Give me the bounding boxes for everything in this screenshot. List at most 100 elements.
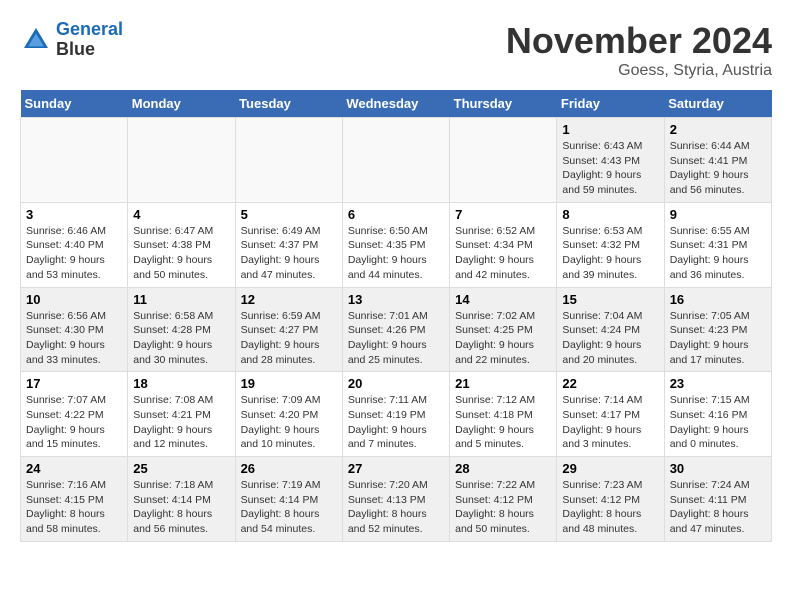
day-info: Sunrise: 7:20 AM Sunset: 4:13 PM Dayligh… — [348, 478, 444, 537]
calendar-cell: 4 Sunrise: 6:47 AM Sunset: 4:38 PM Daylig… — [128, 202, 235, 287]
calendar-cell: 28Sunrise: 7:22 AM Sunset: 4:12 PM Dayli… — [450, 457, 557, 542]
day-number: 22 — [562, 376, 658, 391]
calendar-cell: 23 Sunrise: 7:15 AM Sunset: 4:16 PM Dayli… — [664, 372, 771, 457]
day-number: 29 — [562, 461, 658, 476]
day-info: Sunrise: 6:50 AM Sunset: 4:35 PM Dayligh… — [348, 224, 444, 283]
day-info: Sunrise: 6:52 AM Sunset: 4:34 PM Dayligh… — [455, 224, 551, 283]
calendar-cell — [450, 118, 557, 203]
day-info: Sunrise: 7:14 AM Sunset: 4:17 PM Dayligh… — [562, 393, 658, 452]
day-info: Sunrise: 7:02 AM Sunset: 4:25 PM Dayligh… — [455, 309, 551, 368]
calendar-cell: 30Sunrise: 7:24 AM Sunset: 4:11 PM Dayli… — [664, 457, 771, 542]
day-info: Sunrise: 6:55 AM Sunset: 4:31 PM Dayligh… — [670, 224, 766, 283]
day-number: 18 — [133, 376, 229, 391]
day-number: 20 — [348, 376, 444, 391]
day-number: 23 — [670, 376, 766, 391]
calendar-cell: 27Sunrise: 7:20 AM Sunset: 4:13 PM Dayli… — [342, 457, 449, 542]
day-info: Sunrise: 7:09 AM Sunset: 4:20 PM Dayligh… — [241, 393, 337, 452]
day-info: Sunrise: 7:12 AM Sunset: 4:18 PM Dayligh… — [455, 393, 551, 452]
calendar-cell: 7Sunrise: 6:52 AM Sunset: 4:34 PM Daylig… — [450, 202, 557, 287]
day-number: 6 — [348, 207, 444, 222]
calendar-week-row: 24 Sunrise: 7:16 AM Sunset: 4:15 PM Dayli… — [21, 457, 772, 542]
calendar-cell: 26 Sunrise: 7:19 AM Sunset: 4:14 PM Dayli… — [235, 457, 342, 542]
day-number: 5 — [241, 207, 337, 222]
calendar-cell: 12 Sunrise: 6:59 AM Sunset: 4:27 PM Dayli… — [235, 287, 342, 372]
calendar-cell: 17 Sunrise: 7:07 AM Sunset: 4:22 PM Dayli… — [21, 372, 128, 457]
day-of-week-header: Tuesday — [235, 90, 342, 118]
day-of-week-header: Wednesday — [342, 90, 449, 118]
day-number: 24 — [26, 461, 122, 476]
day-number: 14 — [455, 292, 551, 307]
day-number: 8 — [562, 207, 658, 222]
calendar-cell: 22 Sunrise: 7:14 AM Sunset: 4:17 PM Dayli… — [557, 372, 664, 457]
day-number: 19 — [241, 376, 337, 391]
calendar-week-row: 10 Sunrise: 6:56 AM Sunset: 4:30 PM Dayli… — [21, 287, 772, 372]
day-number: 26 — [241, 461, 337, 476]
day-number: 3 — [26, 207, 122, 222]
day-number: 9 — [670, 207, 766, 222]
calendar-cell: 24 Sunrise: 7:16 AM Sunset: 4:15 PM Dayli… — [21, 457, 128, 542]
day-info: Sunrise: 6:49 AM Sunset: 4:37 PM Dayligh… — [241, 224, 337, 283]
day-number: 10 — [26, 292, 122, 307]
day-info: Sunrise: 6:43 AM Sunset: 4:43 PM Dayligh… — [562, 139, 658, 198]
day-info: Sunrise: 6:46 AM Sunset: 4:40 PM Dayligh… — [26, 224, 122, 283]
day-of-week-header: Friday — [557, 90, 664, 118]
day-info: Sunrise: 6:58 AM Sunset: 4:28 PM Dayligh… — [133, 309, 229, 368]
logo-text: General Blue — [56, 20, 123, 60]
calendar-table: SundayMondayTuesdayWednesdayThursdayFrid… — [20, 90, 772, 542]
calendar-cell: 9 Sunrise: 6:55 AM Sunset: 4:31 PM Daylig… — [664, 202, 771, 287]
day-number: 21 — [455, 376, 551, 391]
calendar-cell: 8 Sunrise: 6:53 AM Sunset: 4:32 PM Daylig… — [557, 202, 664, 287]
calendar-cell: 20 Sunrise: 7:11 AM Sunset: 4:19 PM Dayli… — [342, 372, 449, 457]
day-number: 13 — [348, 292, 444, 307]
day-number: 4 — [133, 207, 229, 222]
day-number: 2 — [670, 122, 766, 137]
calendar-cell — [235, 118, 342, 203]
day-number: 17 — [26, 376, 122, 391]
day-of-week-header: Monday — [128, 90, 235, 118]
day-number: 30 — [670, 461, 766, 476]
day-of-week-header: Saturday — [664, 90, 771, 118]
calendar-cell — [21, 118, 128, 203]
calendar-cell: 16 Sunrise: 7:05 AM Sunset: 4:23 PM Dayli… — [664, 287, 771, 372]
calendar-cell: 5 Sunrise: 6:49 AM Sunset: 4:37 PM Daylig… — [235, 202, 342, 287]
day-number: 12 — [241, 292, 337, 307]
calendar-cell: 14 Sunrise: 7:02 AM Sunset: 4:25 PM Dayli… — [450, 287, 557, 372]
calendar-cell: 2 Sunrise: 6:44 AM Sunset: 4:41 PM Daylig… — [664, 118, 771, 203]
day-number: 28 — [455, 461, 551, 476]
calendar-week-row: 3 Sunrise: 6:46 AM Sunset: 4:40 PM Daylig… — [21, 202, 772, 287]
day-number: 25 — [133, 461, 229, 476]
day-info: Sunrise: 7:08 AM Sunset: 4:21 PM Dayligh… — [133, 393, 229, 452]
calendar-cell — [128, 118, 235, 203]
day-info: Sunrise: 6:56 AM Sunset: 4:30 PM Dayligh… — [26, 309, 122, 368]
day-info: Sunrise: 7:07 AM Sunset: 4:22 PM Dayligh… — [26, 393, 122, 452]
day-info: Sunrise: 7:04 AM Sunset: 4:24 PM Dayligh… — [562, 309, 658, 368]
logo: General Blue — [20, 20, 123, 60]
calendar-header: SundayMondayTuesdayWednesdayThursdayFrid… — [21, 90, 772, 118]
day-number: 1 — [562, 122, 658, 137]
calendar-cell: 10 Sunrise: 6:56 AM Sunset: 4:30 PM Dayli… — [21, 287, 128, 372]
calendar-cell: 29 Sunrise: 7:23 AM Sunset: 4:12 PM Dayli… — [557, 457, 664, 542]
day-of-week-header: Sunday — [21, 90, 128, 118]
title-section: November 2024 Goess, Styria, Austria — [506, 20, 772, 80]
day-info: Sunrise: 7:18 AM Sunset: 4:14 PM Dayligh… — [133, 478, 229, 537]
page-header: General Blue November 2024 Goess, Styria… — [20, 20, 772, 80]
day-info: Sunrise: 7:15 AM Sunset: 4:16 PM Dayligh… — [670, 393, 766, 452]
day-of-week-header: Thursday — [450, 90, 557, 118]
day-info: Sunrise: 6:44 AM Sunset: 4:41 PM Dayligh… — [670, 139, 766, 198]
day-info: Sunrise: 7:19 AM Sunset: 4:14 PM Dayligh… — [241, 478, 337, 537]
logo-icon — [20, 24, 52, 56]
day-info: Sunrise: 7:16 AM Sunset: 4:15 PM Dayligh… — [26, 478, 122, 537]
day-info: Sunrise: 7:05 AM Sunset: 4:23 PM Dayligh… — [670, 309, 766, 368]
day-info: Sunrise: 6:59 AM Sunset: 4:27 PM Dayligh… — [241, 309, 337, 368]
day-info: Sunrise: 6:53 AM Sunset: 4:32 PM Dayligh… — [562, 224, 658, 283]
day-number: 11 — [133, 292, 229, 307]
day-number: 16 — [670, 292, 766, 307]
main-title: November 2024 — [506, 20, 772, 62]
calendar-cell: 19 Sunrise: 7:09 AM Sunset: 4:20 PM Dayli… — [235, 372, 342, 457]
subtitle: Goess, Styria, Austria — [506, 62, 772, 80]
day-number: 15 — [562, 292, 658, 307]
calendar-week-row: 17 Sunrise: 7:07 AM Sunset: 4:22 PM Dayli… — [21, 372, 772, 457]
day-info: Sunrise: 7:11 AM Sunset: 4:19 PM Dayligh… — [348, 393, 444, 452]
day-info: Sunrise: 6:47 AM Sunset: 4:38 PM Dayligh… — [133, 224, 229, 283]
day-info: Sunrise: 7:23 AM Sunset: 4:12 PM Dayligh… — [562, 478, 658, 537]
